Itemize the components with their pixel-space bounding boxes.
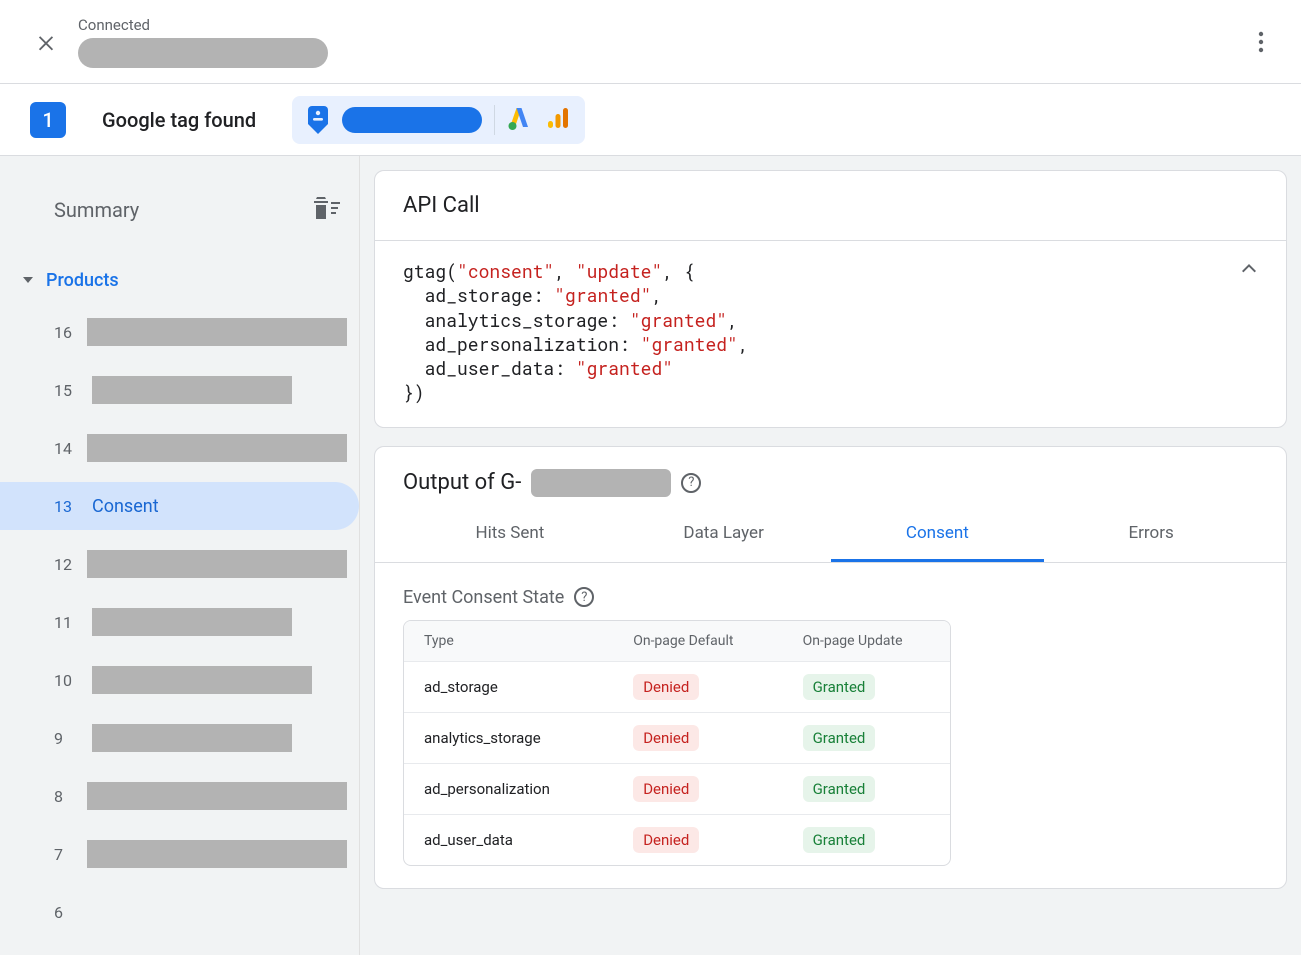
consent-table: TypeOn-page DefaultOn-page Updatead_stor… <box>403 620 951 866</box>
redacted-event-name <box>87 550 347 578</box>
event-number: 7 <box>54 845 73 864</box>
google-tag-found-label: Google tag found <box>102 108 256 132</box>
table-row: ad_personalization Denied Granted <box>404 763 950 814</box>
table-row: analytics_storage Denied Granted <box>404 712 950 763</box>
table-row: ad_storage Denied Granted <box>404 661 950 712</box>
main-pane: API Call gtag("consent", "update", { ad_… <box>360 156 1301 955</box>
top-bar: Connected <box>0 0 1301 84</box>
google-analytics-icon <box>545 105 571 135</box>
sidebar-event-row[interactable]: 9 <box>0 714 359 762</box>
event-consent-state-label: Event Consent State <box>403 587 564 608</box>
google-ads-icon <box>507 105 533 135</box>
sidebar-event-row[interactable]: 7 <box>0 830 359 878</box>
event-number: 10 <box>54 671 78 690</box>
event-number: 11 <box>54 613 78 632</box>
event-number: 15 <box>54 381 78 400</box>
gtag-icon <box>306 104 330 136</box>
event-number: 13 <box>54 497 78 516</box>
consent-type: analytics_storage <box>404 713 613 763</box>
clear-icon <box>311 195 341 221</box>
redacted-event-name <box>92 666 312 694</box>
event-list: 16 15 14 13 Consent 12 11 10 9 8 7 6 <box>0 308 359 936</box>
tab-hits-sent[interactable]: Hits Sent <box>403 507 617 562</box>
overflow-menu-button[interactable] <box>1245 26 1277 58</box>
event-number: 16 <box>54 323 73 342</box>
redacted-event-name <box>87 782 347 810</box>
sidebar-event-row[interactable]: 8 <box>0 772 359 820</box>
redacted-event-name <box>87 318 347 346</box>
event-number: 9 <box>54 729 78 748</box>
sidebar-event-row[interactable]: 10 <box>0 656 359 704</box>
status-badge: Granted <box>803 776 876 802</box>
tag-chip[interactable] <box>292 96 585 144</box>
redacted-event-name <box>87 840 347 868</box>
help-icon[interactable]: ? <box>681 473 701 493</box>
summary-link[interactable]: Summary <box>54 198 139 222</box>
table-header: On-page Default <box>613 621 782 661</box>
tab-consent[interactable]: Consent <box>831 507 1045 562</box>
close-icon <box>35 31 57 53</box>
output-title-prefix: Output of G- <box>403 470 521 495</box>
status-badge: Granted <box>803 827 876 853</box>
output-tabs: Hits SentData LayerConsentErrors <box>375 507 1286 563</box>
sidebar-event-row[interactable]: 14 <box>0 424 359 472</box>
status-badge: Denied <box>633 725 699 751</box>
status-badge: Denied <box>633 674 699 700</box>
api-call-title: API Call <box>403 193 480 218</box>
sidebar: Summary Products 16 15 14 13 Consent 12 11 10 9 8… <box>0 156 360 955</box>
sidebar-event-row[interactable]: 11 <box>0 598 359 646</box>
sidebar-event-row[interactable]: 12 <box>0 540 359 588</box>
separator <box>494 105 495 135</box>
event-name: Consent <box>92 496 159 517</box>
clear-events-button[interactable] <box>311 195 341 225</box>
redacted-event-name <box>92 608 292 636</box>
table-header: On-page Update <box>783 621 950 661</box>
status-badge: Denied <box>633 827 699 853</box>
api-call-card: API Call gtag("consent", "update", { ad_… <box>374 170 1287 428</box>
redacted-tag-id <box>342 107 482 133</box>
table-row: ad_user_data Denied Granted <box>404 814 950 865</box>
status-badge: Granted <box>803 725 876 751</box>
sidebar-event-row[interactable]: 13 Consent <box>0 482 359 530</box>
chevron-up-icon <box>1240 259 1258 277</box>
redacted-event-name <box>92 376 292 404</box>
collapse-button[interactable] <box>1240 259 1258 281</box>
event-number: 14 <box>54 439 73 458</box>
sub-header: 1 Google tag found <box>0 84 1301 156</box>
consent-type: ad_user_data <box>404 815 613 865</box>
sidebar-event-row[interactable]: 15 <box>0 366 359 414</box>
consent-type: ad_storage <box>404 662 613 712</box>
api-call-code: gtag("consent", "update", { ad_storage: … <box>403 259 749 405</box>
connected-label: Connected <box>78 16 328 34</box>
tag-count-badge: 1 <box>30 102 66 138</box>
event-number: 6 <box>54 903 78 922</box>
redacted-event-name <box>92 724 292 752</box>
table-header: Type <box>404 621 613 661</box>
sidebar-event-row[interactable]: 6 <box>0 888 359 936</box>
redacted-event-name <box>87 434 347 462</box>
event-number: 12 <box>54 555 73 574</box>
close-button[interactable] <box>32 28 60 56</box>
connection-block: Connected <box>78 16 328 68</box>
sidebar-event-row[interactable]: 16 <box>0 308 359 356</box>
consent-type: ad_personalization <box>404 764 613 814</box>
tab-data-layer[interactable]: Data Layer <box>617 507 831 562</box>
help-icon[interactable]: ? <box>574 587 594 607</box>
redacted-measurement-id <box>531 469 671 497</box>
products-label: Products <box>46 270 119 291</box>
chevron-down-icon <box>22 274 36 286</box>
status-badge: Denied <box>633 776 699 802</box>
output-card: Output of G- ? Hits SentData LayerConsen… <box>374 446 1287 889</box>
redacted-url <box>78 38 328 68</box>
status-badge: Granted <box>803 674 876 700</box>
sidebar-section-products[interactable]: Products <box>0 260 359 300</box>
event-number: 8 <box>54 787 73 806</box>
tab-errors[interactable]: Errors <box>1044 507 1258 562</box>
kebab-icon <box>1258 30 1264 54</box>
